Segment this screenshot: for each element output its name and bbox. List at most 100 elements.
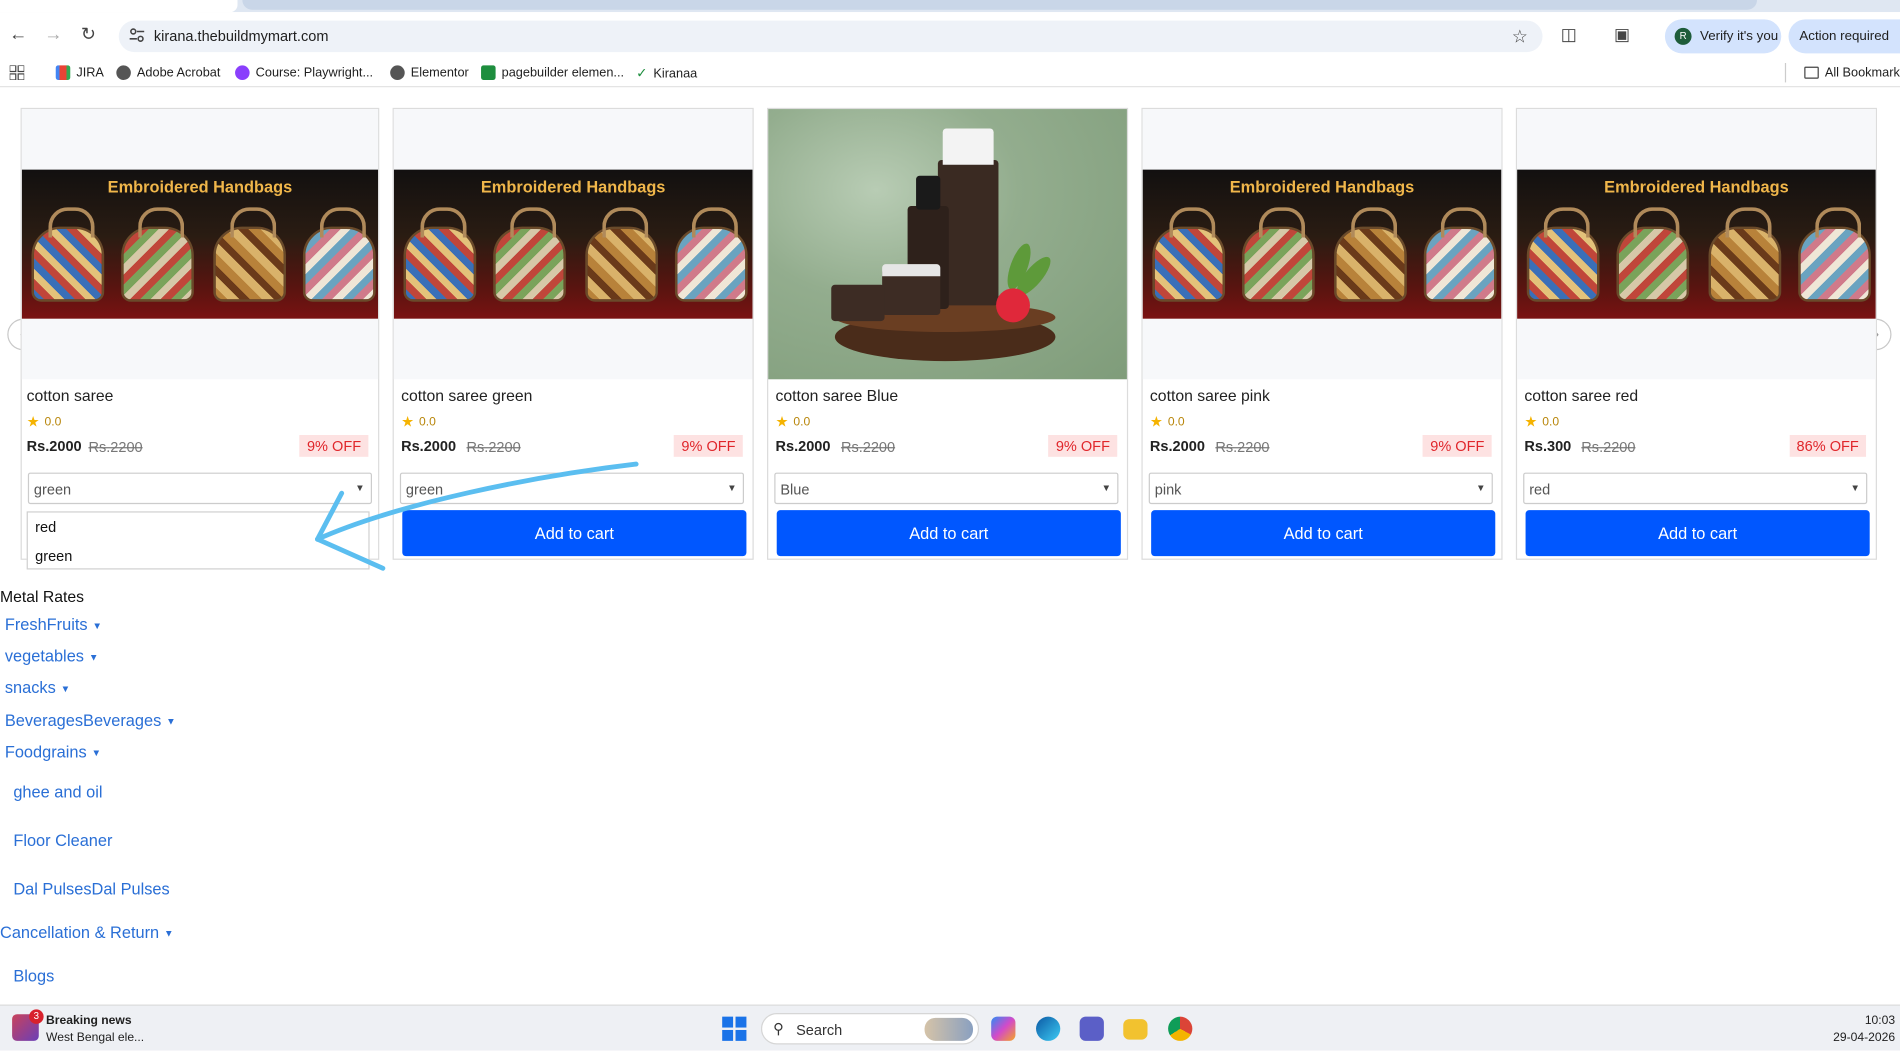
rating-value: 0.0 [1542, 415, 1560, 429]
url-text[interactable]: kirana.thebuildmymart.com [154, 28, 329, 45]
rating-value: 0.0 [793, 415, 811, 429]
handbag-image [302, 207, 376, 302]
rating-value: 0.0 [1167, 415, 1185, 429]
product-card: Embroidered Handbags cotton saree pink ★… [1141, 107, 1503, 560]
all-bookmarks-label: All Bookmarks [1824, 65, 1900, 80]
clock-time: 10:03 [1864, 1014, 1896, 1028]
menu-item-cancellation-return[interactable]: Cancellation & Return ▼ [0, 923, 174, 941]
dropdown-option[interactable]: red [35, 519, 56, 536]
folder-icon [1804, 66, 1819, 79]
bookmark-elementor[interactable]: Elementor [390, 65, 469, 80]
check-icon: ✓ [636, 66, 648, 82]
product-name[interactable]: cotton saree red [1524, 387, 1638, 405]
add-to-cart-button[interactable]: Add to cart [1525, 510, 1870, 557]
notification-badge: 3 [29, 1009, 44, 1024]
more-menu-icon[interactable]: ⋮ [1893, 25, 1900, 46]
product-image[interactable] [768, 109, 1127, 380]
menu-heading[interactable]: Metal Rates [0, 588, 84, 606]
product-image[interactable]: Embroidered Handbags [1517, 109, 1876, 380]
chevron-down-icon: ▼ [1475, 482, 1486, 494]
cast-icon[interactable]: ▣ [1614, 24, 1630, 45]
product-image[interactable]: Embroidered Handbags [393, 109, 753, 380]
menu-item-foodgrains[interactable]: Foodgrains ▼ [5, 743, 101, 761]
action-required-button[interactable]: Action required ⋮ [1788, 19, 1900, 54]
menu-item-snacks[interactable]: snacks ▼ [5, 679, 70, 697]
menu-item-label: BeveragesBeverages [4, 711, 162, 730]
verify-identity-button[interactable]: R Verify it's you [1664, 19, 1782, 54]
copilot-icon[interactable] [991, 1016, 1016, 1041]
variant-select[interactable]: pink ▼ [1148, 472, 1493, 505]
variant-select[interactable]: Blue ▼ [774, 472, 1119, 505]
selected-variant: red [1529, 481, 1551, 499]
product-name[interactable]: cotton saree Blue [776, 387, 899, 405]
teams-icon[interactable] [1079, 1016, 1104, 1041]
menu-item-freshfruits[interactable]: FreshFruits ▼ [5, 616, 102, 634]
extensions-icon[interactable]: ◫ [1561, 24, 1577, 45]
dropdown-option[interactable]: green [35, 548, 72, 565]
dropper [916, 175, 941, 210]
caret-down-icon: ▼ [91, 747, 102, 759]
reload-icon[interactable]: ↻ [78, 24, 100, 46]
product-name[interactable]: cotton saree [27, 387, 114, 405]
address-bar[interactable]: kirana.thebuildmymart.com ☆ [118, 20, 1543, 53]
handbag-image [31, 207, 105, 302]
menu-item-label: Foodgrains [4, 742, 87, 761]
product-image[interactable]: Embroidered Handbags [21, 109, 379, 380]
add-to-cart-button[interactable]: Add to cart [1151, 510, 1496, 557]
edge-icon[interactable] [1036, 1016, 1061, 1041]
bookmark-course-playwright[interactable]: Course: Playwright... [235, 65, 373, 80]
handbag-image [1152, 207, 1226, 302]
bookmark-label: Course: Playwright... [255, 65, 374, 80]
star-icon: ★ [1149, 413, 1163, 431]
add-to-cart-button[interactable]: Add to cart [776, 510, 1121, 557]
menu-item-ghee-and-oil[interactable]: ghee and oil [13, 783, 102, 801]
product-rating: ★ 0.0 [401, 413, 436, 430]
menu-item-dal-pulses[interactable]: Dal PulsesDal Pulses [13, 880, 169, 898]
product-mrp: Rs.2200 [1581, 438, 1636, 456]
handbags-banner: Embroidered Handbags [1517, 169, 1876, 319]
bookmark-label: Adobe Acrobat [136, 65, 221, 80]
site-settings-icon[interactable] [128, 27, 145, 44]
star-icon: ★ [26, 413, 40, 431]
action-label: Action required [1799, 29, 1890, 44]
product-name[interactable]: cotton saree green [401, 387, 532, 405]
taskbar: 3 Breaking news West Bengal ele... ⚲ Sea… [0, 1004, 1900, 1051]
taskbar-search[interactable]: ⚲ Search [760, 1013, 980, 1045]
bookmark-jira[interactable]: JIRA [55, 65, 104, 80]
banner-title: Embroidered Handbags [1229, 178, 1415, 197]
news-subtitle: West Bengal ele... [46, 1031, 145, 1045]
product-name[interactable]: cotton saree pink [1150, 387, 1270, 405]
forward-icon[interactable]: → [42, 24, 64, 46]
back-icon[interactable]: ← [7, 24, 29, 46]
browser-tab[interactable] [242, 0, 1758, 10]
bookmark-star-icon[interactable]: ☆ [1512, 25, 1528, 48]
apps-grid-icon[interactable] [9, 65, 25, 80]
variant-select[interactable]: red ▼ [1523, 472, 1868, 505]
handbag-image [213, 207, 286, 302]
product-price: Rs.2000 [26, 437, 82, 455]
caret-down-icon: ▼ [163, 928, 174, 940]
menu-item-floor-cleaner[interactable]: Floor Cleaner [13, 831, 112, 849]
tab-strip [0, 0, 1900, 13]
globe-icon [116, 65, 131, 80]
caret-down-icon: ▼ [166, 716, 176, 727]
chrome-icon[interactable] [1168, 1016, 1193, 1041]
product-price: Rs.2000 [1149, 437, 1205, 455]
browser-tab[interactable] [0, 0, 238, 13]
search-highlight-image [924, 1017, 974, 1041]
product-image[interactable]: Embroidered Handbags [1142, 109, 1502, 380]
selected-variant: green [33, 481, 72, 499]
bookmark-pagebuilder[interactable]: pagebuilder elemen... [481, 65, 624, 80]
file-explorer-icon[interactable] [1123, 1019, 1148, 1040]
bookmark-adobe-acrobat[interactable]: Adobe Acrobat [116, 65, 220, 80]
menu-item-beverages[interactable]: BeveragesBeverages ▼ [5, 711, 176, 729]
product-mrp: Rs.2200 [840, 438, 896, 456]
chevron-down-icon: ▼ [1850, 482, 1861, 494]
system-clock[interactable]: 10:03 29-04-2026 [1833, 1013, 1895, 1047]
all-bookmarks-button[interactable]: All Bookmarks [1804, 65, 1900, 80]
bookmark-kiranaa[interactable]: ✓ Kiranaa [636, 65, 697, 81]
menu-item-blogs[interactable]: Blogs [13, 967, 54, 985]
windows-start-icon[interactable] [722, 1016, 747, 1041]
menu-item-vegetables[interactable]: vegetables ▼ [5, 647, 99, 665]
handbag-image [1526, 207, 1600, 302]
